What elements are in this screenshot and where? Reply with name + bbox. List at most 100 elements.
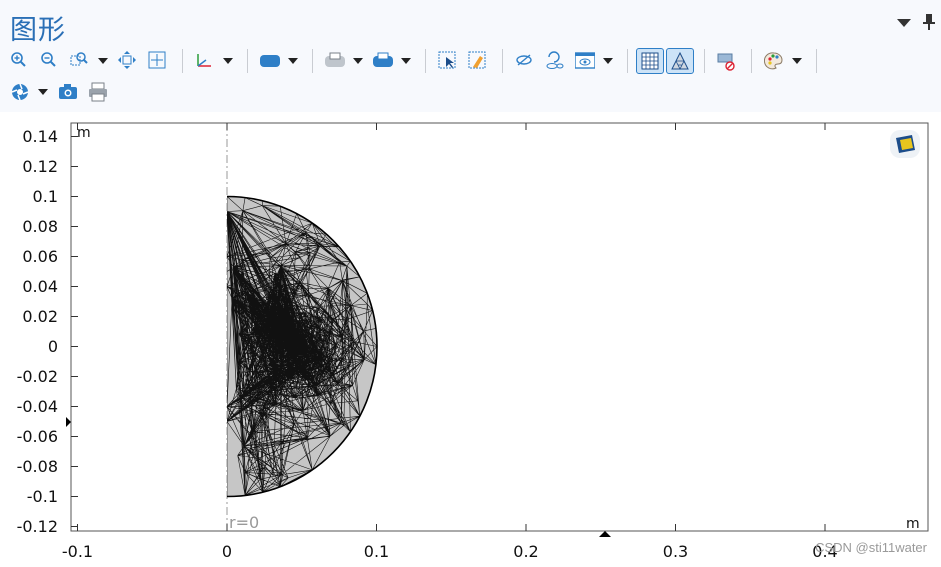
reset-hiding-icon xyxy=(546,51,564,69)
transparency-icon xyxy=(373,52,393,67)
y-axis: 0.14 0.12 0.1 0.08 0.06 0.04 0.02 0 -0.02 -0.04 -0… xyxy=(17,127,78,536)
scene-button[interactable] xyxy=(6,79,34,105)
chevron-down-icon xyxy=(792,57,802,64)
collapse-icon[interactable] xyxy=(897,16,911,32)
y-tick-label: 0.14 xyxy=(22,127,58,146)
x-tick-label: 0.1 xyxy=(364,542,389,561)
zoom-out-icon xyxy=(41,52,56,67)
clear-selection-button[interactable] xyxy=(464,48,492,74)
toolbar-separator xyxy=(247,49,248,73)
scene-dropdown[interactable] xyxy=(36,79,50,105)
pin-icon[interactable] xyxy=(923,14,935,34)
toolbar-separator xyxy=(816,49,817,73)
chevron-down-icon xyxy=(353,57,363,64)
mesh-render-icon xyxy=(671,51,689,70)
toolbar-separator xyxy=(502,49,503,73)
transparency-dropdown[interactable] xyxy=(399,48,413,74)
hide-button[interactable] xyxy=(511,48,539,74)
chevron-down-icon xyxy=(603,57,613,64)
render-shape-dropdown[interactable] xyxy=(286,48,300,74)
show-grid-button[interactable] xyxy=(636,48,664,74)
x-tick-label: 0.2 xyxy=(513,542,538,561)
chevron-down-icon xyxy=(401,57,411,64)
zoom-out-button[interactable] xyxy=(36,48,64,74)
print-button[interactable] xyxy=(84,79,112,105)
toolbar-separator xyxy=(182,49,183,73)
hide-icon xyxy=(516,54,532,66)
left-marker-icon xyxy=(66,417,71,427)
zoom-in-button[interactable] xyxy=(6,48,34,74)
scene-light-button[interactable] xyxy=(321,48,349,74)
chevron-down-icon xyxy=(288,57,298,64)
x-unit-label: m xyxy=(906,516,920,532)
zoom-in-icon xyxy=(11,52,26,67)
transparency-button[interactable] xyxy=(369,48,397,74)
y-tick-label: -0.02 xyxy=(17,367,58,386)
color-palette-dropdown[interactable] xyxy=(790,48,804,74)
y-tick-label: -0.04 xyxy=(17,397,58,416)
y-tick-label: 0.02 xyxy=(22,307,58,326)
mesh-render-button[interactable] xyxy=(666,48,694,74)
toolbar-separator xyxy=(312,49,313,73)
axis-button[interactable] xyxy=(191,48,219,74)
view-icon xyxy=(575,52,595,69)
view-orientation-icon[interactable] xyxy=(890,130,920,158)
zoom-extents-icon xyxy=(148,51,166,69)
y-tick-label: 0.1 xyxy=(33,187,58,206)
clear-plot-icon xyxy=(717,53,735,71)
scene-icon xyxy=(11,83,29,101)
graphics-window[interactable]: m m r=0 -0.1 0 0.1 0.2 0.3 0.4 0.14 0.12 0.1 0.0… xyxy=(0,112,941,563)
chevron-down-icon xyxy=(38,88,48,95)
camera-button[interactable] xyxy=(54,79,82,105)
view-dropdown[interactable] xyxy=(601,48,615,74)
y-tick-label: 0.08 xyxy=(22,217,58,236)
toolbar-separator xyxy=(751,49,752,73)
graphics-toolbar-primary xyxy=(6,47,825,75)
select-box-button[interactable] xyxy=(434,48,462,74)
y-tick-label: -0.1 xyxy=(27,487,58,506)
toolbar-separator xyxy=(627,49,628,73)
zoom-box-button[interactable] xyxy=(66,48,94,74)
render-shape-icon xyxy=(260,55,280,67)
render-shape-button[interactable] xyxy=(256,48,284,74)
graphics-header: 图形 xyxy=(0,0,941,112)
axis-label: r=0 xyxy=(229,513,259,532)
print-icon xyxy=(89,82,107,102)
move-button[interactable] xyxy=(114,48,142,74)
select-box-icon xyxy=(438,51,456,69)
y-tick-label: -0.08 xyxy=(17,457,58,476)
bottom-marker-icon xyxy=(599,531,611,537)
y-tick-label: 0.12 xyxy=(22,157,58,176)
chevron-down-icon xyxy=(98,57,108,64)
color-palette-button[interactable] xyxy=(760,48,788,74)
y-tick-label: -0.12 xyxy=(17,517,58,536)
x-tick-label: 0.3 xyxy=(663,542,688,561)
axis-icon xyxy=(197,54,211,67)
view-button[interactable] xyxy=(571,48,599,74)
plot-frame xyxy=(70,122,929,532)
show-grid-icon xyxy=(641,52,659,70)
move-icon xyxy=(118,51,136,69)
y-tick-label: 0.04 xyxy=(22,277,58,296)
plot-canvas[interactable]: m m r=0 -0.1 0 0.1 0.2 0.3 0.4 0.140.120.10.0… xyxy=(0,112,941,563)
clear-plot-button[interactable] xyxy=(713,48,741,74)
camera-icon xyxy=(59,84,77,99)
window-controls xyxy=(897,14,935,34)
y-tick-label: 0.06 xyxy=(22,247,58,266)
scene-light-dropdown[interactable] xyxy=(351,48,365,74)
zoom-box-dropdown[interactable] xyxy=(96,48,110,74)
x-tick-label: -0.1 xyxy=(62,542,93,561)
zoom-extents-button[interactable] xyxy=(144,48,172,74)
scene-light-icon xyxy=(325,52,345,67)
reset-hiding-button[interactable] xyxy=(541,48,569,74)
color-palette-icon xyxy=(764,52,783,70)
y-tick-label: 0 xyxy=(48,337,58,356)
y-unit-label: m xyxy=(77,125,91,141)
graphics-toolbar-secondary xyxy=(6,78,114,106)
clear-selection-icon xyxy=(468,51,486,69)
axis-dropdown[interactable] xyxy=(221,48,235,74)
window-title: 图形 xyxy=(10,15,66,46)
x-tick-label: 0 xyxy=(222,542,232,561)
zoom-box-icon xyxy=(70,52,88,66)
chevron-down-icon xyxy=(223,57,233,64)
